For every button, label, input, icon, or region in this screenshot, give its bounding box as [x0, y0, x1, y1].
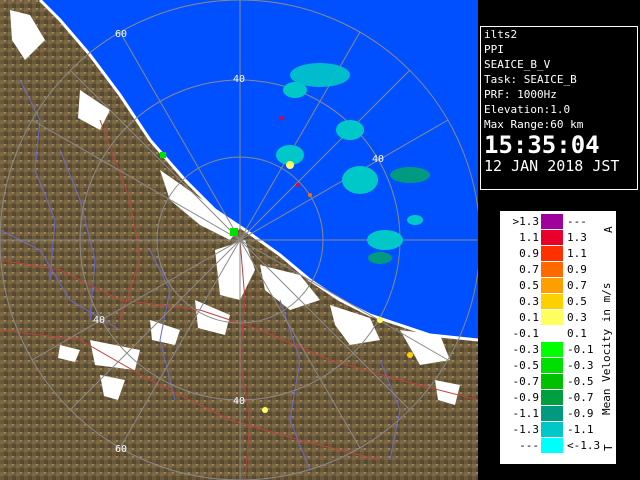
- ring-label-60-top: 60: [115, 29, 127, 40]
- legend-color-swatch: [541, 406, 563, 421]
- site-name: ilts2: [484, 28, 518, 41]
- legend-color-swatch: [541, 214, 563, 229]
- legend-top-marker: A: [602, 226, 615, 233]
- legend-row-lower: 0.3: [519, 295, 539, 308]
- task-name: Task: SEAICE_B: [484, 73, 577, 86]
- legend-row-lower: 0.9: [519, 247, 539, 260]
- legend-color-swatch: [541, 294, 563, 309]
- velocity-legend: >1.3 --- 1.1 1.3 0.9 1.1 0.7 0.9 0.5 0.7 0.3 0.5 0.1…: [499, 210, 617, 465]
- legend-color-swatch: [541, 246, 563, 261]
- legend-color-swatch: [541, 438, 563, 453]
- legend-row-lower: 0.5: [519, 279, 539, 292]
- legend-title: Mean Velocity in m/s: [600, 283, 613, 415]
- legend-row-lower: 0.1: [519, 311, 539, 324]
- legend-color-swatch: [541, 326, 563, 341]
- ppi-map: 60 40 40 40 40 60: [0, 0, 478, 480]
- legend-color-swatch: [541, 262, 563, 277]
- elevation-value: Elevation:1.0: [484, 103, 571, 116]
- legend-color-swatch: [541, 422, 563, 437]
- max-range-value: Max Range:60 km: [484, 118, 584, 131]
- legend-row-lower: -1.1: [512, 407, 540, 420]
- legend-row-lower: -0.5: [512, 359, 540, 372]
- ring-label-40-top: 40: [233, 74, 245, 85]
- legend-color-swatch: [541, 278, 563, 293]
- scan-info-panel: ilts2 PPI SEAICE_B_V Task: SEAICE_B PRF:…: [480, 26, 638, 190]
- scan-mode: PPI: [484, 43, 504, 56]
- scan-date: 12 JAN 2018 JST: [484, 157, 620, 175]
- legend-row-lower: -0.1: [512, 327, 540, 340]
- legend-color-swatch: [541, 374, 563, 389]
- legend-color-swatch: [541, 342, 563, 357]
- prf-value: PRF: 1000Hz: [484, 88, 557, 101]
- legend-row-lower: -0.7: [512, 375, 540, 388]
- legend-color-swatch: [541, 230, 563, 245]
- ring-label-40-bottom: 40: [233, 396, 245, 407]
- legend-color-swatch: [541, 358, 563, 373]
- product-name: SEAICE_B_V: [484, 58, 551, 71]
- legend-color-swatch: [541, 390, 563, 405]
- legend-row-lower: -0.9: [512, 391, 540, 404]
- legend-color-swatch: [541, 310, 563, 325]
- legend-row-lower: ---: [519, 439, 539, 452]
- legend-row-lower: -1.3: [512, 423, 540, 436]
- ring-label-40-right: 40: [372, 154, 384, 165]
- ring-label-40-left: 40: [93, 315, 105, 326]
- legend-bottom-marker: T: [602, 444, 615, 451]
- legend-row-lower: 1.1: [519, 231, 539, 244]
- radar-display: 60 40 40 40 40 60 ilts2 PPI SEAICE_B_V T…: [0, 0, 640, 480]
- ring-label-60-bottom: 60: [115, 444, 127, 455]
- legend-title-box: A Mean Velocity in m/s T: [600, 226, 615, 451]
- legend-row-lower: 0.7: [519, 263, 539, 276]
- scan-time: 15:35:04: [484, 131, 600, 159]
- legend-row-lower: >1.3: [512, 215, 540, 228]
- legend-row-lower: -0.3: [512, 343, 540, 356]
